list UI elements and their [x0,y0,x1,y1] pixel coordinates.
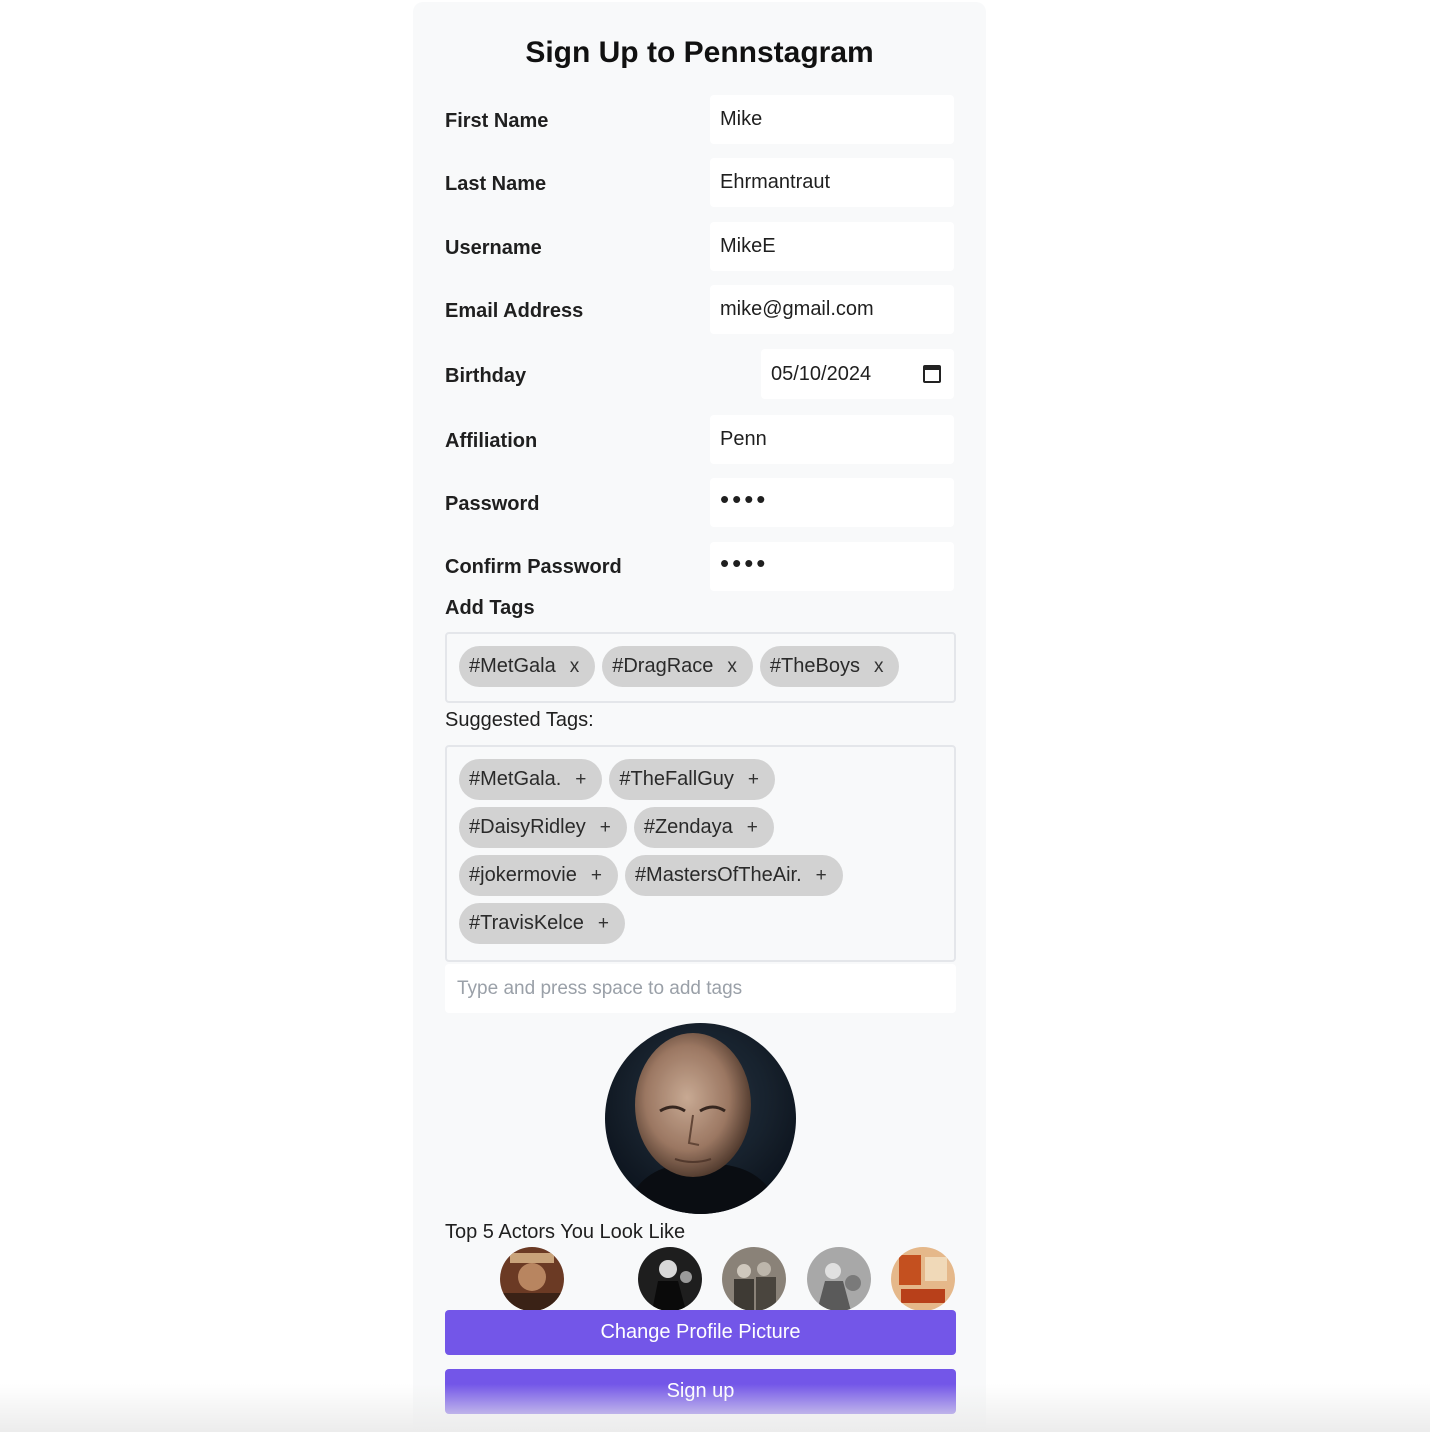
profile-portrait-image [605,1023,796,1214]
selected-tag-chip: #MetGala x [459,646,596,687]
suggested-tags-row: #MetGala. + #TheFallGuy + [459,759,942,800]
first-name-value: Mike [720,108,763,130]
actor-image [807,1247,871,1311]
birthday-input[interactable]: 05/10/2024 [761,349,954,399]
add-tag-icon[interactable]: + [598,913,609,935]
actor-image [500,1247,564,1311]
tag-label: #MetGala [469,655,556,677]
selected-tags-list: #MetGala x #DragRace x #TheBoys x [459,646,942,687]
first-name-input[interactable]: Mike [710,95,954,144]
confirm-password-value: •••• [720,547,769,578]
profile-picture [605,1023,796,1214]
change-profile-picture-button[interactable]: Change Profile Picture [445,1310,956,1355]
password-value: •••• [720,483,769,514]
remove-tag-icon[interactable]: x [874,656,884,678]
actor-thumbnail [500,1247,564,1311]
add-tag-icon[interactable]: + [591,865,602,887]
suggested-tag-chip[interactable]: #TravisKelce + [459,903,625,944]
tag-label: #Zendaya [643,816,733,838]
suggested-tags-row: #DaisyRidley + #Zendaya + [459,807,942,848]
password-label: Password [445,493,540,515]
last-name-input[interactable]: Ehrmantraut [710,158,954,207]
actor-thumbnail [891,1247,955,1311]
top-actors-label: Top 5 Actors You Look Like [445,1221,686,1243]
first-name-label: First Name [445,110,549,132]
actor-thumbnail [807,1247,871,1311]
selected-tag-chip: #TheBoys x [759,646,900,687]
add-tag-icon[interactable]: + [816,865,827,887]
bottom-fade [0,1384,1430,1432]
page-title: Sign Up to Pennstagram [525,36,874,69]
selected-tags-box: #MetGala x #DragRace x #TheBoys x [445,632,956,703]
tag-label: #MastersOfTheAir. [634,864,802,886]
suggested-tag-chip[interactable]: #jokermovie + [459,855,618,896]
email-input[interactable]: mike@gmail.com [710,285,954,334]
birthday-label: Birthday [445,365,527,387]
remove-tag-icon[interactable]: x [570,656,580,678]
add-tag-icon[interactable]: + [575,769,586,791]
suggested-tags-box: #MetGala. + #TheFallGuy + #DaisyRidley +… [445,745,956,962]
actor-image [722,1247,786,1311]
tag-label: #TheFallGuy [619,768,734,790]
affiliation-value: Penn [720,428,767,450]
remove-tag-icon[interactable]: x [727,656,737,678]
suggested-tags-label: Suggested Tags: [445,709,594,731]
add-tag-icon[interactable]: + [748,769,759,791]
tag-entry-field[interactable] [445,964,956,1013]
last-name-value: Ehrmantraut [720,171,831,193]
suggested-tag-chip[interactable]: #DaisyRidley + [459,807,627,848]
selected-tag-chip: #DragRace x [602,646,753,687]
tag-label: #TheBoys [769,655,860,677]
username-label: Username [445,237,542,259]
confirm-password-input[interactable]: •••• [710,542,954,591]
actor-image [891,1247,955,1311]
affiliation-label: Affiliation [445,430,538,452]
confirm-password-label: Confirm Password [445,556,622,578]
add-tags-label: Add Tags [445,597,535,619]
password-input[interactable]: •••• [710,478,954,527]
actor-thumbnail [722,1247,786,1311]
add-tag-icon[interactable]: + [600,817,611,839]
tag-label: #DragRace [612,655,714,677]
tag-label: #jokermovie [469,864,577,886]
tag-label: #DaisyRidley [469,816,586,838]
email-value: mike@gmail.com [720,298,874,320]
affiliation-input[interactable]: Penn [710,415,954,464]
suggested-tag-chip[interactable]: #TheFallGuy + [609,759,775,800]
suggested-tag-chip[interactable]: #MetGala. + [459,759,603,800]
tag-label: #TravisKelce [469,912,584,934]
calendar-icon[interactable] [923,365,941,383]
suggested-tags-row: #jokermovie + #MastersOfTheAir. + [459,855,942,896]
actor-image [638,1247,702,1311]
suggested-tag-chip[interactable]: #Zendaya + [633,807,774,848]
suggested-tag-chip[interactable]: #MastersOfTheAir. + [624,855,843,896]
tag-label: #MetGala. [469,768,562,790]
last-name-label: Last Name [445,173,547,195]
email-label: Email Address [445,300,584,322]
actor-thumbnail [638,1247,702,1311]
birthday-value: 05/10/2024 [771,362,872,385]
username-input[interactable]: MikeE [710,222,954,271]
tag-entry-input[interactable] [457,977,956,1000]
suggested-tags-row: #TravisKelce + [459,903,942,944]
add-tag-icon[interactable]: + [747,817,758,839]
signup-card: Sign Up to Pennstagram First Name Mike L… [413,2,986,1432]
username-value: MikeE [720,235,776,257]
